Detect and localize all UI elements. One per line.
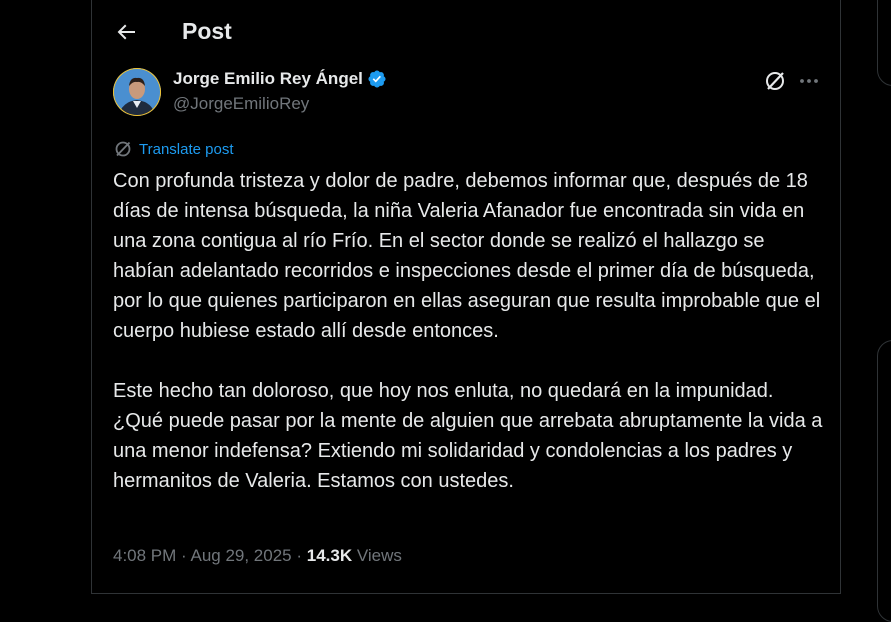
translate-post-label[interactable]: Translate post [139,141,234,158]
post-paragraph: Con profunda tristeza y dolor de padre, … [113,170,826,342]
translate-post-link[interactable]: Translate post [114,140,234,158]
side-panel-card [877,340,891,622]
meta-separator: · [176,546,191,565]
author-name[interactable]: Jorge Emilio Rey Ángel [173,69,363,89]
post-header: Post [92,0,840,64]
meta-separator: · [291,546,307,565]
more-icon [800,79,818,83]
translate-icon [115,141,131,157]
post-column: Post Jorge Emilio Rey Ángel @JorgeEmilio… [91,0,841,594]
post-meta: 4:08 PM · Aug 29, 2025 · 14.3K Views [113,546,402,566]
arrow-left-icon [117,24,135,40]
author-name-row[interactable]: Jorge Emilio Rey Ángel [173,69,387,89]
author-handle[interactable]: @JorgeEmilioRey [173,94,309,114]
back-button[interactable] [114,20,138,44]
side-panel-card [877,0,891,86]
post-date[interactable]: Aug 29, 2025 [190,546,291,565]
grok-icon [766,72,784,90]
post-time[interactable]: 4:08 PM [113,546,176,565]
views-count: 14.3K [306,546,353,565]
verified-badge-icon [368,70,386,88]
more-options-button[interactable] [797,70,821,92]
page-title: Post [182,18,232,44]
post-paragraph: Este hecho tan doloroso, que hoy nos enl… [113,380,828,492]
views-label: Views [352,546,402,565]
avatar[interactable] [113,68,161,116]
grok-button[interactable] [764,70,786,92]
post-text: Con profunda tristeza y dolor de padre, … [113,166,825,496]
avatar-image [113,68,161,116]
